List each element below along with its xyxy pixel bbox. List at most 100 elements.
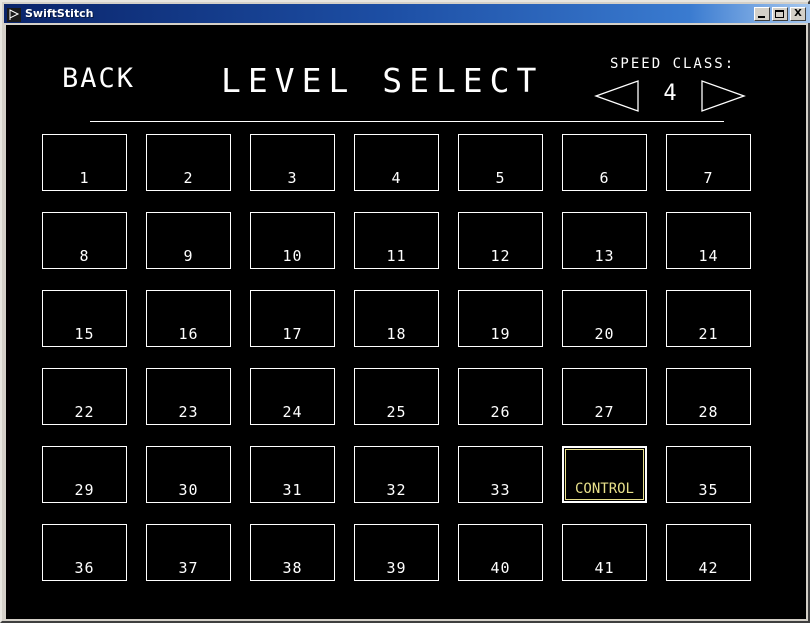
level-cell[interactable]: 7 [666,134,751,191]
level-cell-label: 9 [183,247,194,265]
level-cell[interactable]: 26 [458,368,543,425]
level-cell-selected[interactable]: CONTROL [562,446,647,503]
level-cell-label: 17 [282,325,303,343]
back-button[interactable]: BACK [62,63,135,94]
level-cell[interactable]: 36 [42,524,127,581]
level-cell-label: 27 [594,403,615,421]
level-cell-label: 23 [178,403,199,421]
level-cell[interactable]: 1 [42,134,127,191]
level-cell-label: 10 [282,247,303,265]
level-grid: 1 2 3 4 5 6 7 8 9 10 11 12 13 14 15 16 17 18 19 20 21 22 23 24 2… [42,134,758,581]
minimize-icon [758,15,765,18]
level-cell-label: 14 [698,247,719,265]
level-cell[interactable]: 37 [146,524,231,581]
level-cell-label: 36 [74,559,95,577]
level-cell-label: 24 [282,403,303,421]
level-cell[interactable]: 9 [146,212,231,269]
title-bar[interactable]: SwiftStitch X [4,4,810,23]
maximize-button[interactable] [772,6,788,21]
level-cell[interactable]: 11 [354,212,439,269]
maximize-icon [775,9,784,18]
level-cell-label: 31 [282,481,303,499]
level-cell-label: 16 [178,325,199,343]
window-title: SwiftStitch [25,7,94,20]
speed-class-label: SPEED CLASS: [610,56,736,72]
level-cell[interactable]: 8 [42,212,127,269]
level-cell[interactable]: 21 [666,290,751,347]
close-icon: X [794,7,802,19]
header-divider [90,121,724,122]
level-cell[interactable]: 13 [562,212,647,269]
level-cell-label: 38 [282,559,303,577]
level-cell[interactable]: 16 [146,290,231,347]
level-cell[interactable]: 38 [250,524,335,581]
app-icon [7,7,21,22]
application-window: SwiftStitch X BACK LEVEL SELECT SPEED CL… [0,0,810,623]
level-cell-label: 32 [386,481,407,499]
level-cell-label: 37 [178,559,199,577]
level-cell-label: 21 [698,325,719,343]
level-cell[interactable]: 6 [562,134,647,191]
level-cell-label: 18 [386,325,407,343]
level-cell[interactable]: 2 [146,134,231,191]
level-cell[interactable]: 12 [458,212,543,269]
level-cell[interactable]: 23 [146,368,231,425]
level-cell-label: 12 [490,247,511,265]
level-cell[interactable]: 33 [458,446,543,503]
level-cell-label: 13 [594,247,615,265]
close-button[interactable]: X [790,6,806,21]
level-cell[interactable]: 22 [42,368,127,425]
level-cell[interactable]: 35 [666,446,751,503]
level-cell[interactable]: 40 [458,524,543,581]
level-cell[interactable]: 3 [250,134,335,191]
level-cell[interactable]: 17 [250,290,335,347]
level-cell[interactable]: 31 [250,446,335,503]
level-cell-label: 33 [490,481,511,499]
level-cell[interactable]: 25 [354,368,439,425]
level-cell[interactable]: 24 [250,368,335,425]
level-cell-label: 1 [79,169,90,187]
level-cell[interactable]: 15 [42,290,127,347]
level-cell-label: 19 [490,325,511,343]
level-cell[interactable]: 20 [562,290,647,347]
level-cell-label: 6 [599,169,610,187]
level-cell-label: 42 [698,559,719,577]
level-cell-label: 29 [74,481,95,499]
level-cell[interactable]: 29 [42,446,127,503]
level-cell-label: 40 [490,559,511,577]
level-cell-label: 11 [386,247,407,265]
level-cell-label: 30 [178,481,199,499]
level-cell-label: 41 [594,559,615,577]
level-cell-label: 25 [386,403,407,421]
level-cell[interactable]: 41 [562,524,647,581]
level-cell-label: CONTROL [574,481,634,497]
level-cell[interactable]: 14 [666,212,751,269]
game-canvas: BACK LEVEL SELECT SPEED CLASS: 4 1234567… [6,25,806,619]
level-cell-label: 22 [74,403,95,421]
level-cell[interactable]: 10 [250,212,335,269]
level-cell[interactable]: 19 [458,290,543,347]
level-cell[interactable]: 42 [666,524,751,581]
level-cell[interactable]: 30 [146,446,231,503]
level-cell-label: 20 [594,325,615,343]
level-cell-label: 39 [386,559,407,577]
window-controls: X [754,6,808,21]
level-cell-label: 8 [79,247,90,265]
level-cell-label: 35 [698,481,719,499]
level-cell[interactable]: 5 [458,134,543,191]
level-cell-label: 2 [183,169,194,187]
page-title: LEVEL SELECT [221,61,544,100]
level-cell[interactable]: 4 [354,134,439,191]
level-cell[interactable]: 27 [562,368,647,425]
minimize-button[interactable] [754,6,770,21]
level-cell-label: 3 [287,169,298,187]
level-cell[interactable]: 32 [354,446,439,503]
level-cell[interactable]: 18 [354,290,439,347]
level-cell-label: 4 [391,169,402,187]
speed-class-selector: 4 [594,77,746,115]
level-cell[interactable]: 39 [354,524,439,581]
level-cell-label: 28 [698,403,719,421]
speed-class-next-button[interactable] [700,79,746,113]
level-cell-label: 15 [74,325,95,343]
level-cell[interactable]: 28 [666,368,751,425]
